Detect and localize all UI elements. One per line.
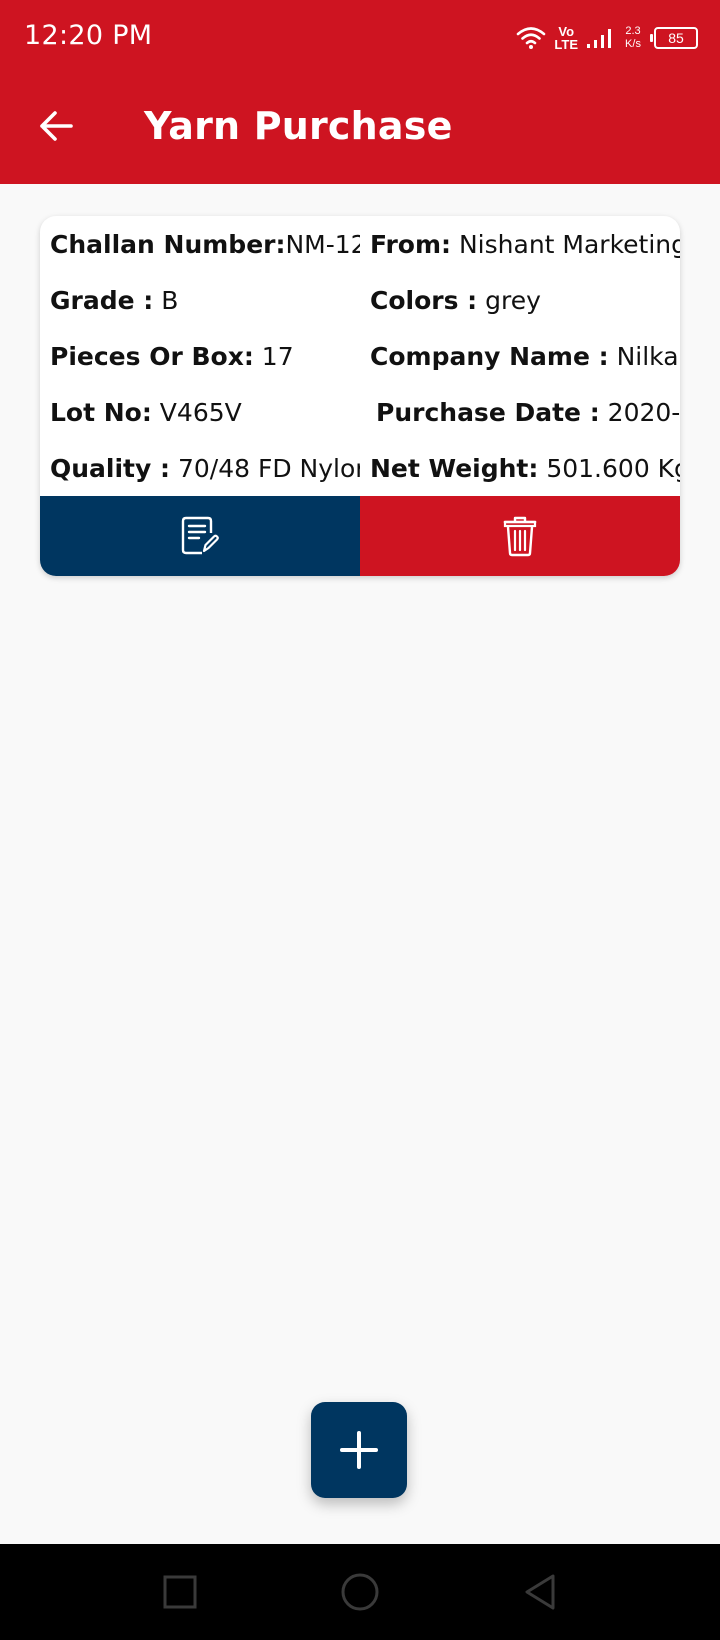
recents-square-icon [163, 1575, 197, 1609]
colors-field: Colors : grey [370, 286, 680, 316]
quality-value: 70/48 FD Nylon [170, 454, 360, 483]
edit-document-icon [181, 516, 219, 555]
network-speed: 2.3 K/s [620, 25, 646, 51]
pieces-value: 17 [253, 342, 294, 371]
volte-indicator: Vo LTE [554, 25, 578, 51]
home-button[interactable] [336, 1568, 384, 1616]
edit-button[interactable] [40, 496, 360, 576]
network-speed-unit: K/s [625, 38, 641, 50]
company-name-field: Company Name : Nilkamal [370, 342, 680, 372]
back-button[interactable] [30, 100, 82, 152]
status-time: 12:20 PM [24, 20, 153, 51]
wifi-icon [516, 26, 546, 50]
net-weight-label: Net Weight: [370, 454, 539, 483]
plus-icon [340, 1431, 378, 1469]
delete-button[interactable] [360, 496, 680, 576]
app-bar: Yarn Purchase [0, 76, 720, 184]
quality-label: Quality : [50, 454, 171, 483]
from-field: From: Nishant Marketing [370, 230, 680, 260]
purchase-date-label: Purchase Date : [376, 398, 600, 427]
status-icons: Vo LTE 2.3 K/s 85 [516, 20, 698, 56]
arrow-left-icon [40, 111, 73, 141]
lot-no-value: V465V [151, 398, 242, 427]
purchase-date-value: 2020-06-1 [607, 398, 680, 427]
pieces-field: Pieces Or Box: 17 [50, 342, 360, 372]
company-name-value: Nilkamal [616, 342, 680, 371]
battery-icon: 85 [650, 27, 698, 49]
grade-value: B [153, 286, 179, 315]
system-nav-bar [0, 1544, 720, 1640]
page-title: Yarn Purchase [144, 104, 453, 148]
colors-label: Colors : [370, 286, 478, 315]
grade-label: Grade : [50, 286, 154, 315]
company-name-label: Company Name : [370, 342, 609, 371]
lot-no-label: Lot No: [50, 398, 152, 427]
battery-level: 85 [668, 30, 684, 46]
from-value: Nishant Marketing [451, 230, 680, 259]
purchase-date-field: Purchase Date : 2020-06-1 [376, 398, 680, 428]
colors-value: grey [477, 286, 541, 315]
grade-field: Grade : B [50, 286, 360, 316]
home-circle-icon [341, 1573, 379, 1611]
lot-no-field: Lot No: V465V [50, 398, 360, 428]
pieces-label: Pieces Or Box: [50, 342, 254, 371]
back-triangle-icon [525, 1574, 555, 1610]
challan-number-label: Challan Number: [50, 230, 286, 259]
network-speed-value: 2.3 [625, 25, 641, 37]
card-actions [40, 496, 680, 576]
challan-number-value: NM-126 [285, 230, 360, 259]
net-weight-value: 501.600 Kg [538, 454, 680, 483]
volte-bottom-label: LTE [554, 37, 578, 52]
net-weight-field: Net Weight: 501.600 Kg [370, 454, 680, 484]
status-bar: 12:20 PM Vo LTE 2.3 K/s 85 [0, 0, 720, 76]
add-purchase-button[interactable] [311, 1402, 407, 1498]
recents-button[interactable] [156, 1568, 204, 1616]
purchase-card: Challan Number:NM-126 From: Nishant Mark… [40, 216, 680, 576]
challan-number-field: Challan Number:NM-126 [50, 230, 360, 260]
quality-field: Quality : 70/48 FD Nylon [50, 454, 360, 484]
trash-icon [503, 516, 537, 557]
signal-icon [586, 27, 612, 49]
from-label: From: [370, 230, 452, 259]
back-nav-button[interactable] [516, 1568, 564, 1616]
